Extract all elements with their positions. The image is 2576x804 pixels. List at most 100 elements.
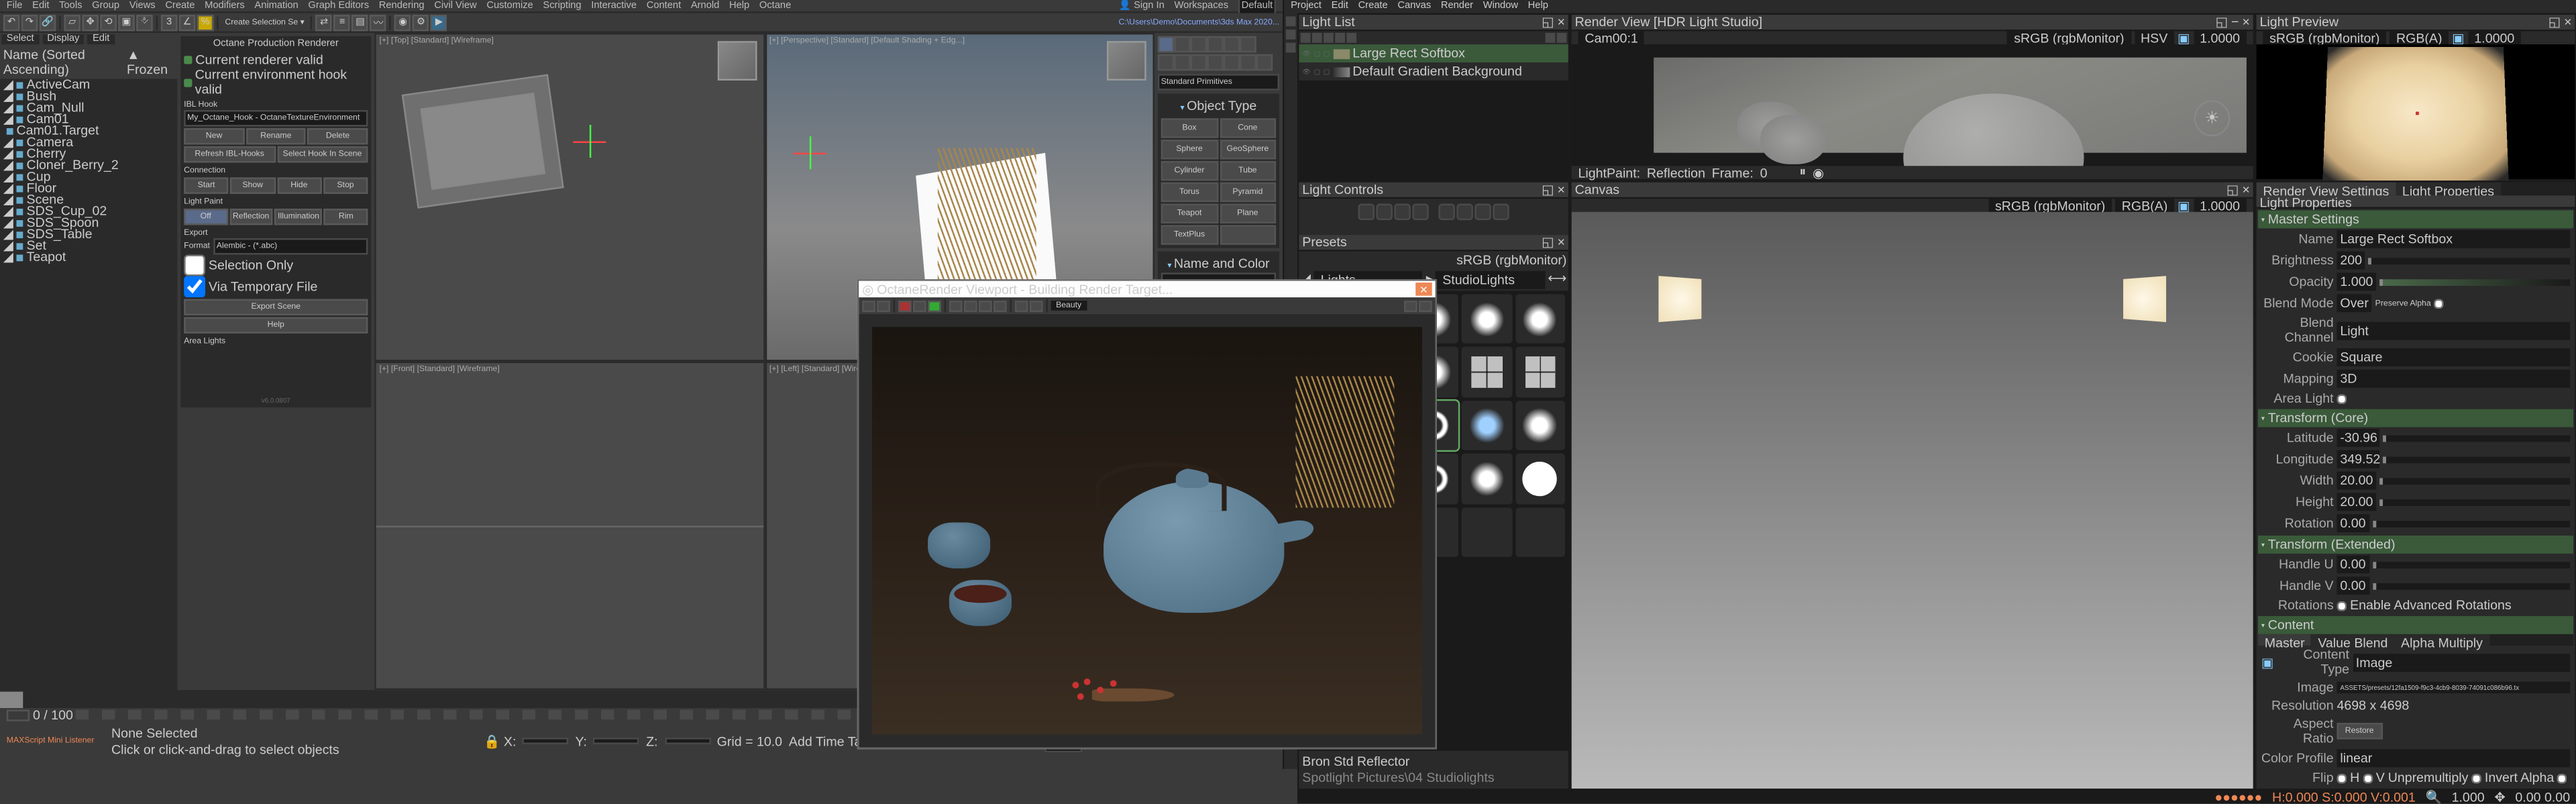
viewport-label[interactable]: [+] [Perspective] [Standard] [Default Sh… [769,36,965,46]
show-button[interactable]: Show [230,177,275,193]
x-coord-input[interactable] [523,738,569,744]
preset-item[interactable] [1515,294,1565,344]
light-properties-tab[interactable]: Light Properties [2396,183,2501,196]
menu-rendering[interactable]: Rendering [379,1,425,11]
menu-grapheditors[interactable]: Graph Editors [308,1,369,11]
preset-item[interactable] [1462,294,1511,344]
scale-button[interactable]: ▣ [118,14,134,30]
undock-icon[interactable]: ◱ [2548,15,2561,30]
invert-alpha-checkbox[interactable] [2557,773,2567,783]
tool-icon[interactable] [1286,16,1296,26]
handle-u-slider[interactable] [2372,561,2570,568]
subcategory-dropdown[interactable]: StudioLights [1436,271,1544,289]
arrow-down-icon[interactable] [1456,204,1472,220]
move-icon[interactable] [1358,204,1374,220]
light-list-item[interactable]: 👁 ▢ ▢ Default Gradient Background [1299,62,1568,81]
curve-editor-button[interactable]: 〰 [370,14,386,30]
play-icon[interactable] [928,300,941,311]
preset-item[interactable] [1462,401,1511,450]
duplicate-icon[interactable] [1324,33,1334,43]
canvas-viewport[interactable] [1572,212,2253,789]
unpremult-checkbox[interactable] [2471,773,2481,783]
handle-u-input[interactable]: 0.00 [2337,555,2369,573]
channels-icon[interactable] [1030,300,1043,311]
rotate-icon[interactable] [1376,204,1392,220]
create-tab[interactable] [1158,36,1174,52]
category-dropdown[interactable]: Standard Primitives [1158,74,1279,90]
clip-icon[interactable]: ▣ [2452,30,2465,45]
close-button[interactable]: × [1415,283,1432,296]
longitude-slider[interactable] [2383,456,2570,462]
menu-scripting[interactable]: Scripting [543,1,581,11]
outliner-item[interactable]: ◢Teapot [0,252,177,263]
menu-modifiers[interactable]: Modifiers [205,1,245,11]
visible-icon[interactable]: 👁 [1302,49,1310,57]
workspace-dropdown[interactable]: Default [1238,0,1276,14]
pin-icon[interactable] [1419,300,1432,311]
sun-icon[interactable]: ☀ [2194,100,2231,136]
place-button[interactable]: ⎀ [136,14,152,30]
tab-edit[interactable]: Edit [88,34,115,44]
preset-item[interactable] [1462,454,1511,503]
settings-icon[interactable] [1404,300,1417,311]
link-button[interactable]: 🔗 [40,14,56,30]
undock-icon[interactable]: ◱ [1542,183,1554,197]
longitude-input[interactable]: 349.52 [2337,450,2380,468]
transform-core-header[interactable]: Transform (Core) [2258,409,2573,428]
move-button[interactable]: ✥ [82,14,98,30]
pause-icon[interactable]: ⏸ [1799,164,1806,181]
render-titlebar[interactable]: ◎OctaneRender Viewport - Building Render… [859,281,1435,297]
align-button[interactable]: ≡ [334,14,350,30]
region-icon[interactable] [994,300,1007,311]
solo-icon[interactable] [1546,33,1556,43]
undock-icon[interactable]: ◱ [1542,235,1554,250]
lock-icon[interactable]: ▢ [1324,49,1330,57]
undock-icon[interactable]: ◱ [2226,183,2239,197]
menu-civilview[interactable]: Civil View [434,1,476,11]
hide-button[interactable]: Hide [276,177,321,193]
selection-only-checkbox[interactable] [184,254,205,276]
alpha-multiply-tab[interactable]: Alpha Multiply [2394,634,2489,646]
preset-item[interactable] [1515,454,1565,503]
rollout-header[interactable]: ▾ Name and Color [1161,254,1276,272]
menu-edit[interactable]: Edit [1332,1,1348,11]
render-setup-button[interactable]: ⚙ [413,14,429,30]
format-dropdown[interactable]: Alembic - (*.abc) [213,238,368,254]
presets-cs-dropdown[interactable]: sRGB (rgbMonitor) [1456,253,1566,268]
cylinder-button[interactable]: Cylinder [1161,161,1218,181]
tool-icon[interactable] [1286,43,1296,53]
remove-light-icon[interactable] [1312,33,1322,43]
new-button[interactable]: New [184,128,244,144]
viewport-label[interactable]: [+] [Front] [Standard] [Wireframe] [379,364,499,374]
sphere-button[interactable]: Sphere [1161,140,1218,159]
select-button[interactable]: ▱ [64,14,80,30]
frame-input[interactable]: 0 [1760,165,1793,180]
menu-canvas[interactable]: Canvas [1397,1,1431,11]
redo-button[interactable]: ↷ [21,14,38,30]
help-button[interactable]: Help [184,317,368,333]
rotation-slider[interactable] [2372,520,2570,527]
menu-edit[interactable]: Edit [32,1,49,11]
opacity-slider[interactable] [2379,279,2570,285]
master-settings-header[interactable]: Master Settings [2258,210,2573,228]
height-input[interactable]: 20.00 [2337,493,2377,511]
preset-item[interactable] [1462,348,1511,397]
pyramid-button[interactable]: Pyramid [1220,183,1276,202]
render-output[interactable] [859,314,1435,748]
pass-dropdown[interactable]: Beauty [1051,301,1087,311]
light-list-item[interactable]: 👁 ▢ ▢ Large Rect Softbox [1299,44,1568,62]
menu-create[interactable]: Create [1358,1,1388,11]
reflection-button[interactable]: Reflection [229,209,273,225]
menu-content[interactable]: Content [647,1,681,11]
close-icon[interactable]: × [2564,15,2571,30]
cookie-dropdown[interactable]: Square [2337,348,2571,366]
menu-file[interactable]: File [7,1,23,11]
viewport-top[interactable]: [+] [Top] [Standard] [Wireframe] [374,33,764,362]
gizmo[interactable] [573,125,606,158]
stop-button[interactable]: Stop [323,177,368,193]
brightness-input[interactable]: 200 [2337,252,2365,270]
width-slider[interactable] [2379,477,2570,484]
visibility-icon[interactable] [1557,33,1567,43]
tool-icon[interactable] [1286,30,1296,40]
refresh-hooks-button[interactable]: Refresh IBL-Hooks [184,146,275,162]
